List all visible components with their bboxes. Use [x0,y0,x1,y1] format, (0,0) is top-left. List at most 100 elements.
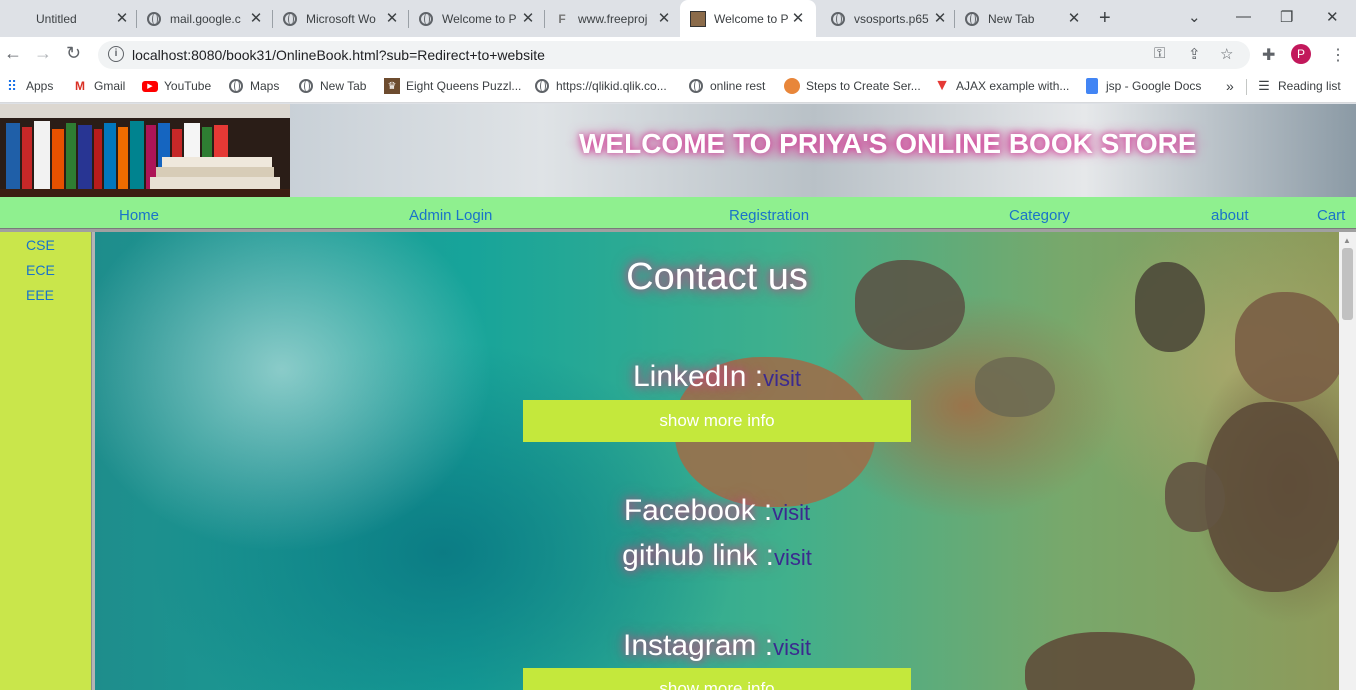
category-link-ece[interactable]: ECE [26,262,55,278]
browser-tab[interactable]: Welcome to P ✕ [418,0,536,37]
bookmark-new-tab[interactable]: New Tab [298,78,366,94]
key-icon[interactable]: ⚿ [1154,45,1165,62]
nav-registration-link[interactable]: Registration [729,207,809,224]
url-text[interactable]: localhost:8080/book31/OnlineBook.html?su… [132,47,545,63]
share-icon[interactable]: ⇪ [1188,45,1201,63]
bookmark-separator [1246,79,1247,95]
address-bar[interactable]: i localhost:8080/book31/OnlineBook.html?… [98,41,1250,69]
tab-title: Welcome to P [714,11,789,26]
tutorial-icon [784,78,800,94]
bookmark-jsp-docs[interactable]: jsp - Google Docs [1084,78,1201,94]
nav-home-link[interactable]: Home [119,207,159,224]
scrollbar-thumb[interactable] [1342,248,1353,320]
tab-title: New Tab [988,11,1035,26]
contact-label: LinkedIn : [633,360,764,393]
browser-toolbar: ← → ↻ i localhost:8080/book31/OnlineBook… [0,37,1356,71]
tab-title: www.freeproj [578,11,648,26]
back-arrow-icon[interactable]: ← [4,43,22,63]
web-page: WELCOME TO PRIYA'S ONLINE BOOK STORE Hom… [0,104,1356,690]
bookmark-label: Maps [250,79,280,93]
contact-label: Facebook : [623,494,773,527]
close-tab-icon[interactable]: ✕ [932,10,948,27]
scroll-up-icon[interactable]: ▲ [1343,236,1351,245]
contact-title: Contact us [626,256,808,298]
bookmark-label: https://qlikid.qlik.co... [556,79,667,93]
bookmarks-overflow-button[interactable]: » [1226,78,1234,94]
close-tab-icon[interactable]: ✕ [384,10,400,27]
bookmark-label: New Tab [320,79,367,93]
vertical-scrollbar[interactable]: ▲ [1339,232,1356,690]
instagram-visit-link[interactable]: visit [773,635,811,660]
reload-icon[interactable]: ↻ [66,43,81,63]
nav-cart-link[interactable]: Cart [1317,207,1345,224]
profile-avatar[interactable]: P [1291,44,1311,64]
reading-list-button[interactable]: ☰ Reading list [1256,78,1341,94]
extensions-icon[interactable]: ✚ [1262,45,1275,65]
category-sidebar: CSE ECE EEE [0,232,91,690]
contact-label: github link : [622,539,774,572]
tab-separator [408,10,409,28]
site-nav-bar: Home Admin Login Registration Category a… [0,197,1356,228]
browser-tab[interactable]: mail.google.c ✕ [146,0,264,37]
bookmark-apps[interactable]: ⠿ Apps [4,78,54,94]
show-more-info-button[interactable]: show more info [523,400,911,442]
reading-list-icon: ☰ [1258,78,1270,93]
bookmark-label: YouTube [164,79,212,93]
nav-about-link[interactable]: about [1211,207,1249,224]
new-tab-button[interactable]: + [1099,8,1111,28]
contact-facebook: Facebook :visit [95,494,1339,528]
github-visit-link[interactable]: visit [774,545,812,570]
nav-category-link[interactable]: Category [1009,207,1070,224]
linkedin-visit-link[interactable]: visit [763,366,801,391]
tab-title: mail.google.c [170,11,241,26]
category-link-cse[interactable]: CSE [26,237,55,253]
globe-icon [418,11,434,27]
tab-title: vsosports.p65 [854,11,929,26]
close-tab-icon[interactable]: ✕ [520,10,536,27]
close-window-icon[interactable]: ✕ [1326,8,1339,26]
browser-tab-active[interactable]: Welcome to P ✕ [680,0,816,37]
browser-tab[interactable]: Microsoft Wo ✕ [282,0,400,37]
google-docs-icon [1084,78,1100,94]
browser-tab[interactable]: New Tab ✕ [964,0,1082,37]
minimize-icon[interactable]: — [1236,8,1251,25]
bookmark-star-icon[interactable]: ☆ [1220,45,1233,63]
reading-list-label: Reading list [1278,79,1341,93]
show-more-info-button[interactable]: show more info [523,668,911,690]
tab-search-icon[interactable]: ⌄ [1188,8,1201,26]
restore-icon[interactable]: ❐ [1280,8,1293,26]
contact-instagram: Instagram :visit [95,629,1339,663]
globe-icon [298,78,314,94]
close-tab-icon[interactable]: ✕ [790,10,806,27]
forward-arrow-icon[interactable]: → [34,43,52,63]
bookmark-online-rest[interactable]: online rest [688,78,765,94]
category-link-eee[interactable]: EEE [26,287,54,303]
red-v-icon: ▼ [934,77,950,94]
bookmark-gmail[interactable]: M Gmail [72,78,125,94]
menu-kebab-icon[interactable]: ⋮ [1330,45,1346,65]
bookmark-eight-queens[interactable]: ♛ Eight Queens Puzzl... [384,78,521,94]
contact-frame: Contact us LinkedIn :visit show more inf… [95,232,1339,690]
tab-separator [544,10,545,28]
close-tab-icon[interactable]: ✕ [114,10,130,27]
bookmark-qlik[interactable]: https://qlikid.qlik.co... [534,78,667,94]
close-tab-icon[interactable]: ✕ [248,10,264,27]
bookmark-maps[interactable]: Maps [228,78,279,94]
facebook-visit-link[interactable]: visit [772,500,810,525]
site-info-icon[interactable]: i [108,46,124,62]
globe-icon [688,78,704,94]
close-tab-icon[interactable]: ✕ [656,10,672,27]
browser-tab[interactable]: vsosports.p65 ✕ [830,0,948,37]
bookmark-ajax-example[interactable]: ▼ AJAX example with... [934,77,1070,94]
bookmark-steps-create[interactable]: Steps to Create Ser... [784,78,921,94]
site-banner: WELCOME TO PRIYA'S ONLINE BOOK STORE [0,104,1356,197]
close-tab-icon[interactable]: ✕ [1066,10,1082,27]
bookmark-label: Gmail [94,79,126,93]
bookmark-label: AJAX example with... [956,79,1070,93]
nav-admin-login-link[interactable]: Admin Login [409,207,492,224]
browser-tab[interactable]: F www.freeproj ✕ [554,0,672,37]
contact-linkedin: LinkedIn :visit [95,360,1339,394]
browser-tab[interactable]: Untitled ✕ [12,0,130,37]
bookmark-youtube[interactable]: ▶ YouTube [142,78,211,94]
globe-icon [830,11,846,27]
